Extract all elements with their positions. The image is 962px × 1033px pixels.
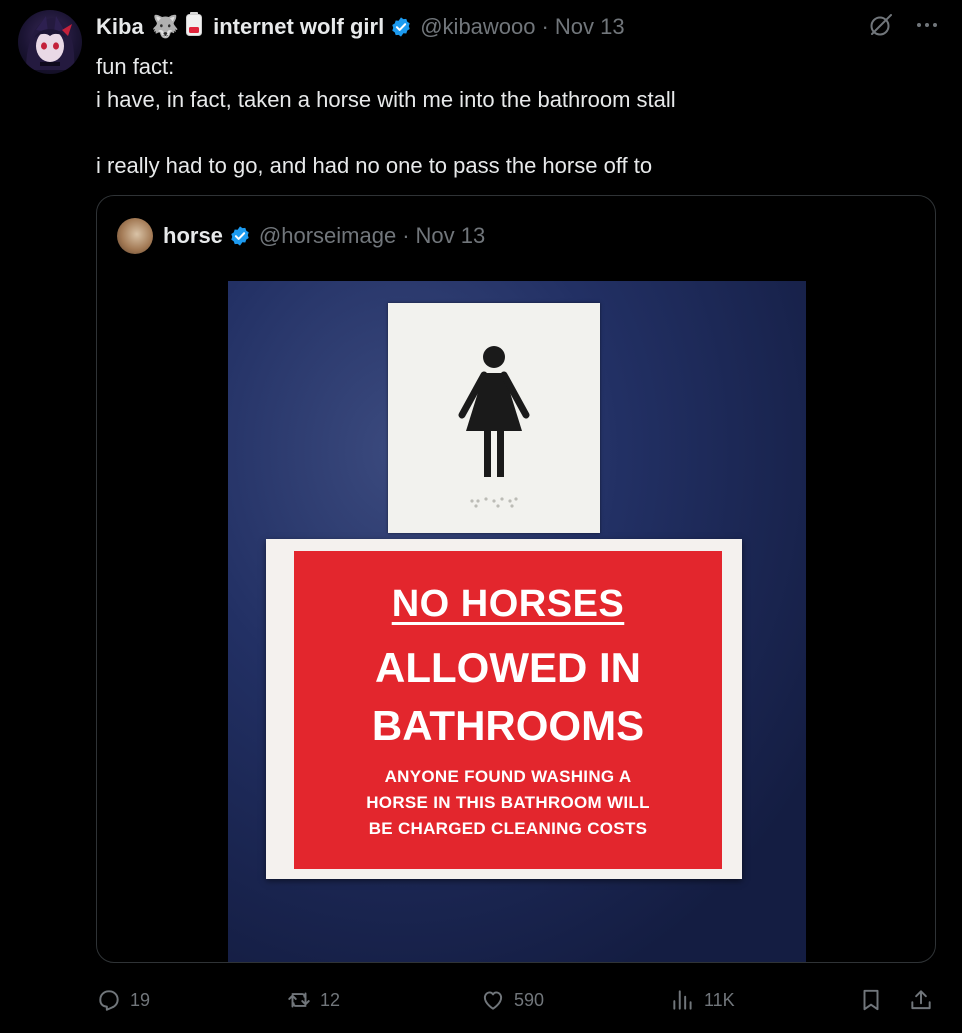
- battery-emoji-icon: [185, 11, 203, 43]
- repost-count: 12: [320, 989, 341, 1010]
- sign-fine-print-line: ANYONE FOUND WASHING A: [384, 767, 632, 786]
- verified-badge-icon: [390, 16, 412, 38]
- female-restroom-sign: [388, 303, 600, 533]
- quoted-tweet-timestamp[interactable]: Nov 13: [416, 223, 486, 249]
- like-count: 590: [514, 989, 545, 1010]
- tweet-text-line: i have, in fact, taken a horse with me i…: [96, 87, 676, 112]
- quoted-author-avatar[interactable]: [117, 218, 153, 254]
- views-count: 11K: [704, 989, 735, 1010]
- sign-fine-print-line: BE CHARGED CLEANING COSTS: [368, 819, 648, 838]
- sign-line-2: ALLOWED IN: [375, 644, 641, 691]
- tweet-text: fun fact: i have, in fact, taken a horse…: [96, 50, 936, 182]
- heart-icon: [483, 991, 503, 1010]
- wolf-emoji-icon: 🐺: [151, 14, 180, 39]
- sign-fine-print: ANYONE FOUND WASHING A HORSE IN THIS BAT…: [294, 764, 722, 842]
- tweet-text-line: i really had to go, and had no one to pa…: [96, 153, 653, 178]
- share-icon: [911, 990, 931, 1010]
- author-avatar[interactable]: [18, 10, 82, 74]
- bookmark-button[interactable]: [858, 980, 892, 1020]
- quoted-header-separator: ·: [402, 223, 410, 248]
- author-display-name-suffix[interactable]: internet wolf girl: [213, 14, 384, 40]
- reply-button[interactable]: 19: [96, 980, 150, 1020]
- tweet-header: Kiba 🐺 internet wolf girl @kibawooo · No…: [96, 12, 625, 42]
- sign-line-3: BATHROOMS: [371, 702, 645, 749]
- sign-title: NO HORSES: [391, 583, 625, 625]
- views-button[interactable]: 11K: [670, 980, 735, 1020]
- tweet-text-line: fun fact:: [96, 54, 175, 79]
- header-separator: ·: [541, 14, 549, 39]
- reply-icon: [99, 990, 119, 1011]
- author-handle[interactable]: @kibawooo: [420, 14, 535, 40]
- grok-icon[interactable]: [868, 12, 894, 38]
- no-horses-sign-panel: NO HORSES ALLOWED IN BATHROOMS ANYONE FO…: [294, 551, 722, 869]
- no-horses-sign: NO HORSES ALLOWED IN BATHROOMS ANYONE FO…: [266, 539, 742, 879]
- tweet-timestamp[interactable]: Nov 13: [555, 14, 625, 40]
- tweet-action-bar: 19 12 590 11K: [96, 980, 944, 1020]
- sign-fine-print-line: HORSE IN THIS BATHROOM WILL: [366, 793, 650, 812]
- female-figure-icon: [458, 346, 530, 508]
- quoted-author-handle[interactable]: @horseimage: [259, 223, 396, 249]
- views-icon: [673, 990, 692, 1010]
- tweet-text-line: [96, 116, 936, 149]
- repost-icon: [288, 992, 310, 1008]
- verified-badge-icon: [229, 225, 251, 247]
- quoted-author-display-name[interactable]: horse: [163, 223, 223, 249]
- like-button[interactable]: 590: [480, 980, 544, 1020]
- author-display-name[interactable]: Kiba: [96, 14, 144, 40]
- bookmark-icon: [863, 989, 879, 1011]
- tweet-top-actions: [868, 12, 940, 38]
- quoted-tweet-image[interactable]: NO HORSES ALLOWED IN BATHROOMS ANYONE FO…: [228, 281, 806, 962]
- reply-count: 19: [130, 989, 151, 1010]
- repost-button[interactable]: 12: [286, 980, 340, 1020]
- more-icon[interactable]: [914, 12, 940, 38]
- quoted-tweet-header: horse @horseimage · Nov 13: [117, 216, 485, 256]
- share-button[interactable]: [908, 980, 942, 1020]
- avatar-art: [26, 16, 75, 70]
- quoted-tweet[interactable]: horse @horseimage · Nov 13 NO HORSES ALL…: [96, 195, 936, 963]
